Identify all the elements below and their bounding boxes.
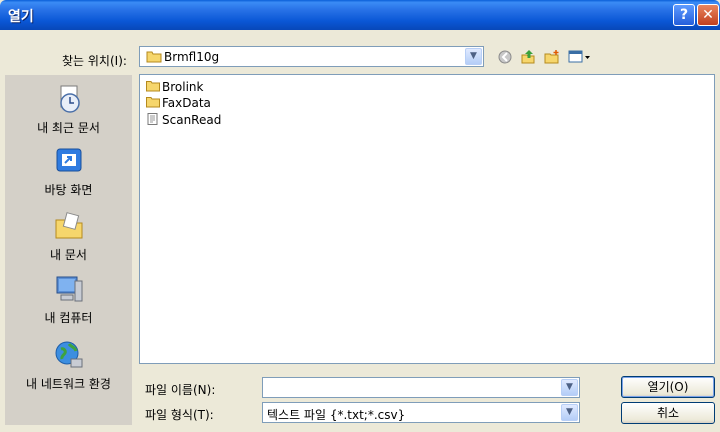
place-my-computer[interactable]: 내 컴퓨터: [5, 273, 132, 326]
help-button[interactable]: ?: [673, 4, 695, 26]
place-label: 바탕 화면: [44, 183, 93, 197]
close-button[interactable]: ✕: [697, 4, 719, 26]
place-label: 내 컴퓨터: [44, 311, 93, 325]
place-label: 내 문서: [50, 248, 87, 262]
list-item[interactable]: Brolink: [146, 79, 203, 95]
chevron-down-icon[interactable]: ▼: [561, 404, 578, 421]
up-folder-icon[interactable]: [520, 49, 536, 65]
desktop-icon: [56, 148, 81, 172]
lookin-combo[interactable]: Brmfl10g ▼: [139, 46, 484, 67]
lookin-label: 찾는 위치(I):: [62, 54, 127, 68]
place-network[interactable]: 내 네트워크 환경: [5, 339, 132, 392]
list-item[interactable]: FaxData: [146, 95, 211, 111]
cancel-button[interactable]: 취소: [621, 402, 715, 424]
place-recent[interactable]: 내 최근 문서: [5, 83, 132, 136]
file-name: Brolink: [162, 80, 204, 94]
chevron-down-icon[interactable]: ▼: [465, 48, 482, 65]
folder-icon: [146, 81, 160, 92]
chevron-down-icon[interactable]: ▼: [561, 379, 578, 396]
place-my-documents[interactable]: 내 문서: [5, 210, 132, 263]
my-computer-icon: [56, 276, 82, 302]
file-list[interactable]: Brolink FaxData ScanRead: [139, 74, 715, 364]
file-name: ScanRead: [162, 113, 222, 127]
views-menu-icon[interactable]: [568, 49, 592, 65]
places-bar: 내 최근 문서 바탕 화면 내 문서 내 컴퓨터 내 네트워크 환경: [5, 75, 132, 425]
filetype-value: 텍스트 파일 {*.txt;*.csv}: [267, 408, 406, 422]
place-label: 내 네트워크 환경: [26, 377, 111, 391]
back-icon[interactable]: [497, 49, 513, 65]
lookin-value: Brmfl10g: [164, 50, 220, 64]
file-name: FaxData: [162, 96, 211, 110]
list-item[interactable]: ScanRead: [146, 112, 221, 128]
filename-field[interactable]: ▼: [262, 377, 580, 398]
text-file-icon: [147, 113, 158, 125]
filetype-select[interactable]: 텍스트 파일 {*.txt;*.csv} ▼: [262, 402, 580, 423]
window-title: 열기: [8, 9, 34, 25]
recent-documents-icon: [59, 85, 80, 113]
my-documents-icon: [55, 212, 82, 239]
new-folder-icon[interactable]: [544, 49, 560, 65]
filetype-label: 파일 형식(T):: [145, 408, 214, 422]
folder-icon: [146, 51, 162, 63]
folder-icon: [146, 97, 160, 108]
open-dialog: 열기 ? ✕ 찾는 위치(I): Brmfl10g ▼ 내 최근 문서 바탕 화…: [0, 0, 720, 432]
place-desktop[interactable]: 바탕 화면: [5, 145, 132, 198]
filename-label: 파일 이름(N):: [145, 383, 216, 397]
place-label: 내 최근 문서: [37, 121, 100, 135]
network-icon: [55, 341, 82, 368]
open-button[interactable]: 열기(O): [621, 376, 715, 398]
title-bar[interactable]: 열기 ? ✕: [0, 0, 720, 30]
